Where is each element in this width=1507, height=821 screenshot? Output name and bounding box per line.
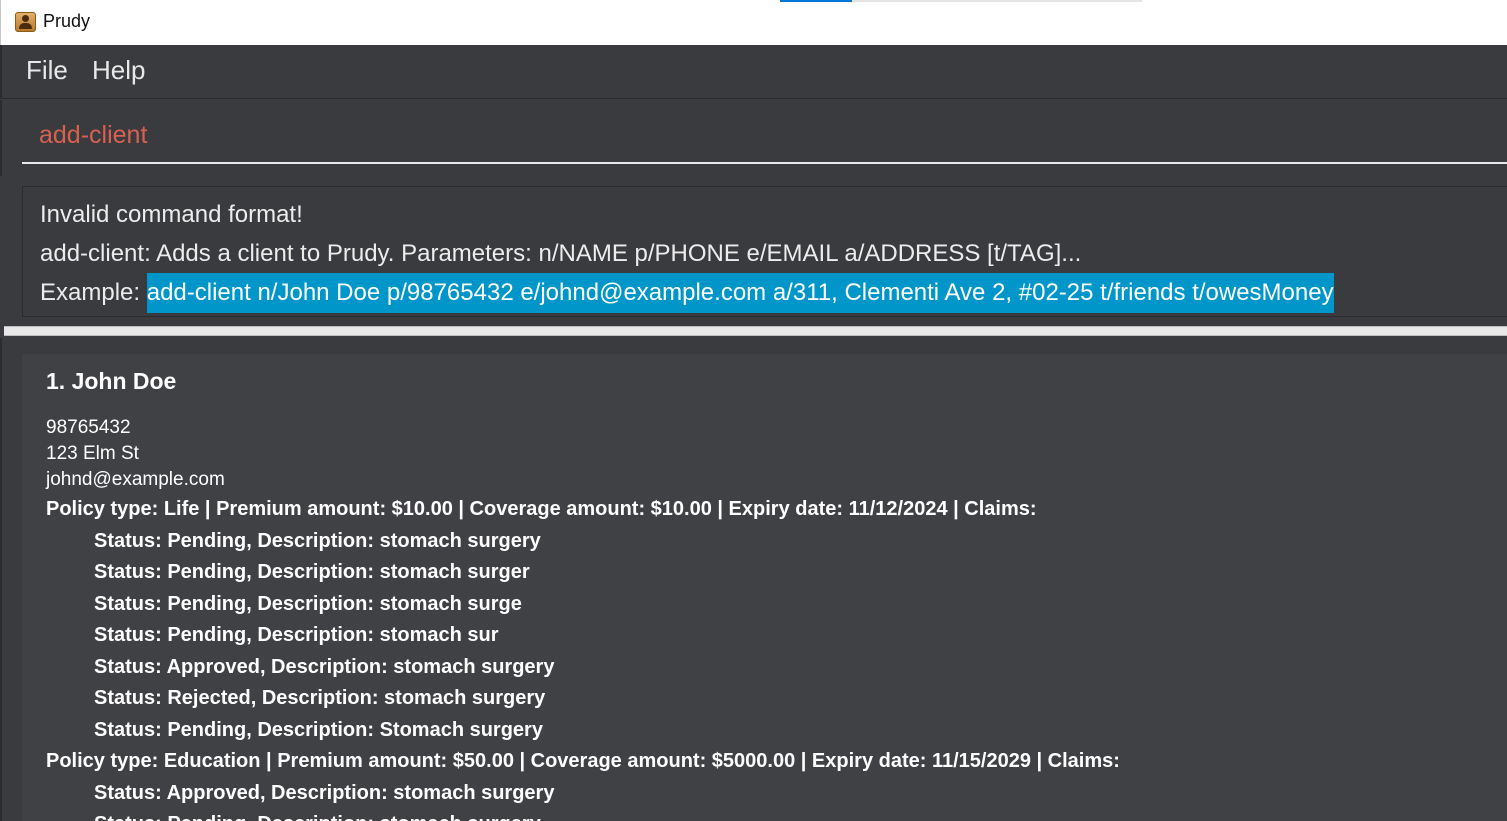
client-email: johnd@example.com bbox=[46, 469, 225, 490]
menu-bar: File Help bbox=[0, 45, 1507, 99]
app-window: Prudy File Help Invalid command format! … bbox=[0, 0, 1507, 821]
result-example-prefix: Example: bbox=[40, 279, 147, 306]
claim-item: Status: Approved, Description: stomach s… bbox=[94, 656, 555, 678]
result-error-line: Invalid command format! bbox=[40, 201, 303, 228]
client-name: 1. John Doe bbox=[46, 368, 177, 394]
menu-file[interactable]: File bbox=[26, 55, 68, 86]
claim-item: Status: Rejected, Description: stomach s… bbox=[94, 687, 546, 709]
claim-item: Status: Pending, Description: stomach su… bbox=[94, 593, 522, 615]
result-usage-line: add-client: Adds a client to Prudy. Para… bbox=[40, 240, 1082, 267]
title-bar-accent-secondary bbox=[852, 0, 1142, 2]
claim-item: Status: Pending, Description: Stomach su… bbox=[94, 719, 543, 741]
app-contacts-icon bbox=[15, 12, 36, 32]
menu-help[interactable]: Help bbox=[92, 55, 145, 86]
claim-item: Status: Pending, Description: stomach su… bbox=[94, 624, 499, 646]
title-bar: Prudy bbox=[0, 0, 1507, 45]
window-title: Prudy bbox=[43, 11, 91, 31]
client-list-panel[interactable]: 1. John Doe 98765432 123 Elm St johnd@ex… bbox=[0, 338, 1507, 821]
claim-item: Status: Approved, Description: stomach s… bbox=[94, 782, 555, 804]
result-example-line: Example: add-client n/John Doe p/9876543… bbox=[40, 273, 1334, 313]
policy-header: Policy type: Education | Premium amount:… bbox=[46, 750, 1120, 772]
result-display: Invalid command format! add-client: Adds… bbox=[22, 186, 1507, 317]
claim-item: Status: Pending, Description: stomach su… bbox=[94, 561, 530, 583]
client-card[interactable]: 1. John Doe 98765432 123 Elm St johnd@ex… bbox=[22, 354, 1507, 821]
claim-item: Status: Pending, Description: stomach su… bbox=[94, 530, 541, 552]
command-box bbox=[0, 100, 1507, 176]
title-bar-accent bbox=[780, 0, 852, 2]
client-phone: 98765432 bbox=[46, 417, 131, 438]
result-example-selection[interactable]: add-client n/John Doe p/98765432 e/johnd… bbox=[146, 273, 1334, 313]
command-input[interactable] bbox=[22, 108, 1507, 164]
policy-header: Policy type: Life | Premium amount: $10.… bbox=[46, 498, 1037, 520]
claim-item: Status: Pending, Description: stomach su… bbox=[94, 813, 541, 821]
client-address: 123 Elm St bbox=[46, 443, 139, 464]
panel-splitter[interactable] bbox=[4, 326, 1507, 336]
